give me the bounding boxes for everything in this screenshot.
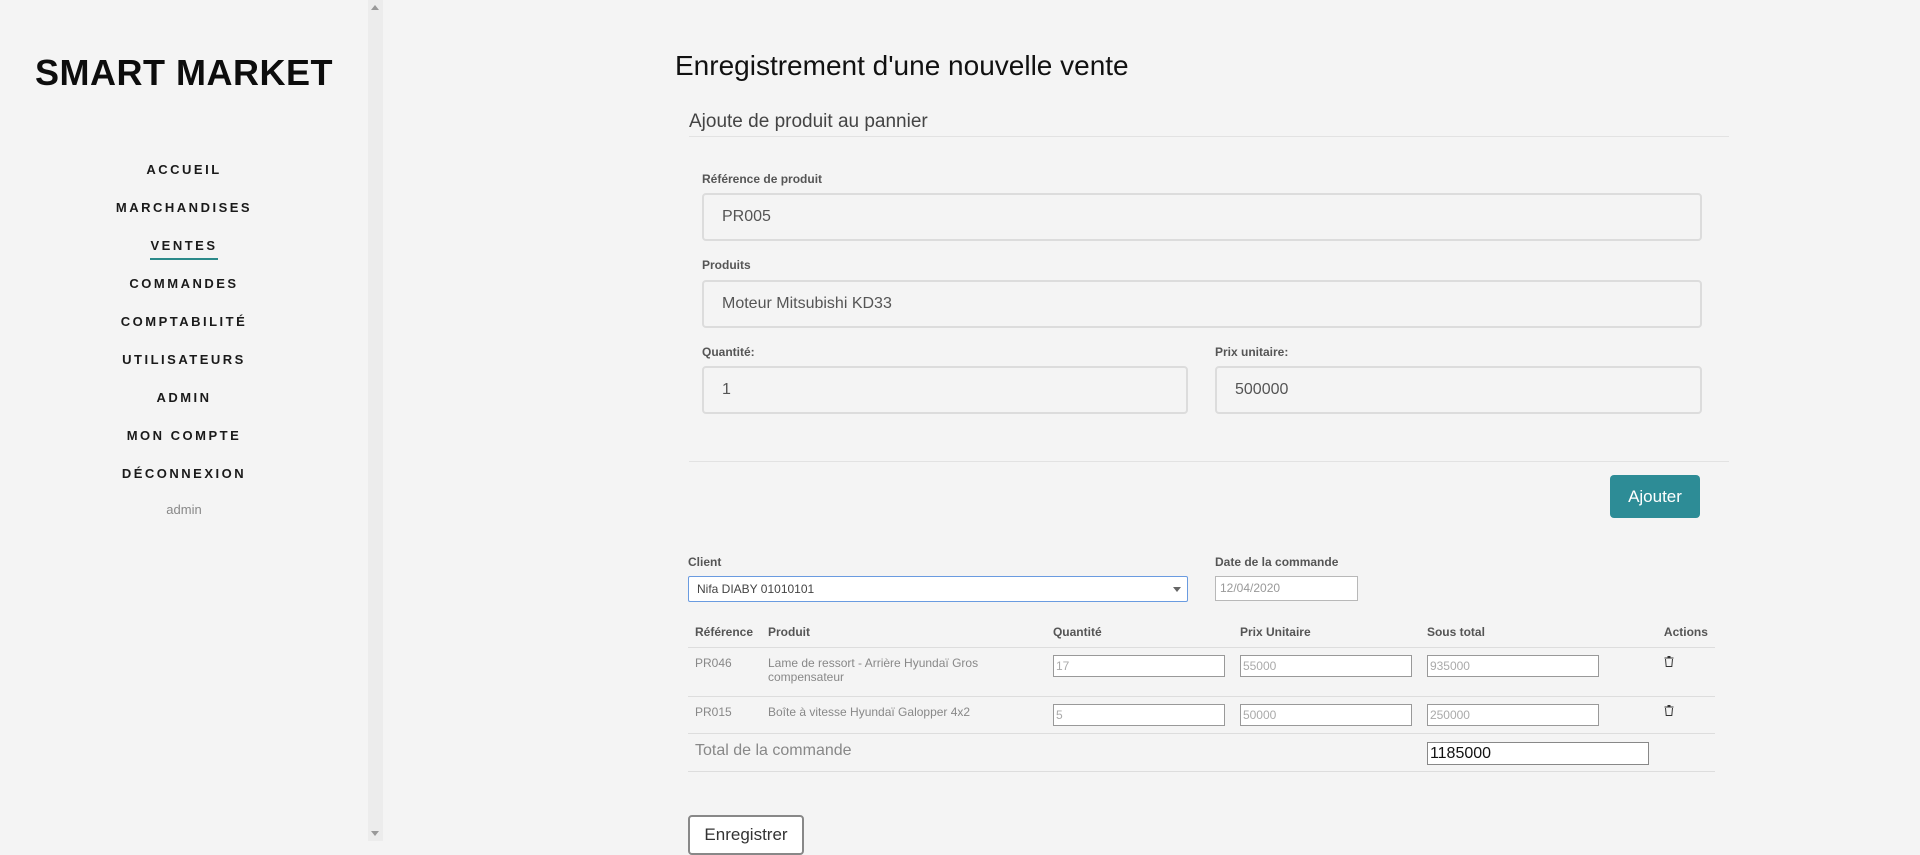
nav-item-label: VENTES: [150, 236, 218, 260]
column-header: Référence: [688, 617, 761, 648]
total-row: Total de la commande 1185000: [688, 733, 1715, 772]
subtotal-input[interactable]: 250000: [1426, 703, 1599, 726]
total-input[interactable]: 1185000: [1426, 741, 1649, 765]
unit-price-label: Prix unitaire:: [1215, 345, 1289, 359]
column-header: Sous total: [1419, 617, 1657, 648]
table-row: PR015 Boîte à vitesse Hyundaï Galopper 4…: [688, 696, 1715, 734]
nav-item-utilisateurs[interactable]: UTILISATEURS: [0, 350, 368, 388]
quantity-label: Quantité:: [702, 345, 755, 359]
cell-product: Boîte à vitesse Hyundaï Galopper 4x2: [760, 696, 1046, 734]
product-field[interactable]: Moteur Mitsubishi KD33: [702, 280, 1702, 328]
reference-label: Référence de produit: [702, 172, 823, 186]
nav-item-label: ADMIN: [156, 390, 212, 405]
nav-item-mon-compte[interactable]: MON COMPTE: [0, 426, 368, 464]
nav-item-marchandises[interactable]: MARCHANDISES: [0, 198, 368, 236]
nav-item-admin[interactable]: ADMIN: [0, 388, 368, 426]
product-label: Produits: [702, 258, 751, 272]
client-select-value: Nifa DIABY 01010101: [697, 582, 815, 596]
divider: [689, 461, 1729, 462]
table-row: PR046 Lame de ressort - Arrière Hyundaï …: [688, 647, 1715, 697]
divider: [689, 136, 1729, 137]
nav-item-accueil[interactable]: ACCUEIL: [0, 160, 368, 198]
nav-item-label: MON COMPTE: [126, 428, 242, 443]
trash-icon[interactable]: [1664, 655, 1674, 667]
cell-reference: PR015: [688, 696, 761, 734]
nav-item-label: ACCUEIL: [146, 162, 222, 177]
nav-item-label: COMMANDES: [129, 276, 239, 291]
sidebar: SMART MARKET ACCUEIL MARCHANDISES VENTES…: [0, 0, 368, 841]
section-title: Ajoute de produit au pannier: [689, 111, 928, 132]
nav-item-deconnexion[interactable]: DÉCONNEXION: [0, 464, 368, 502]
nav-item-label: UTILISATEURS: [122, 352, 246, 367]
unit-price-field[interactable]: 500000: [1215, 366, 1702, 414]
column-header: Actions: [1656, 617, 1715, 648]
quantity-input[interactable]: 5: [1052, 703, 1225, 726]
nav-item-label: COMPTABILITÉ: [120, 314, 248, 329]
quantity-field[interactable]: 1: [702, 366, 1188, 414]
date-label: Date de la commande: [1215, 555, 1339, 569]
sidebar-scrollbar[interactable]: [368, 0, 383, 841]
client-select[interactable]: Nifa DIABY 01010101: [688, 576, 1188, 602]
page-title: Enregistrement d'une nouvelle vente: [675, 50, 1129, 81]
subtotal-input[interactable]: 935000: [1426, 654, 1599, 677]
main-nav: ACCUEIL MARCHANDISES VENTES COMMANDES CO…: [0, 160, 368, 517]
nav-item-label: MARCHANDISES: [115, 200, 253, 215]
brand-logo: SMART MARKET: [35, 52, 333, 93]
scroll-up-icon[interactable]: [371, 5, 379, 10]
nav-item-commandes[interactable]: COMMANDES: [0, 274, 368, 312]
cell-reference: PR046: [688, 647, 761, 697]
nav-item-ventes[interactable]: VENTES: [0, 236, 368, 274]
trash-icon[interactable]: [1664, 704, 1674, 716]
unit-price-input[interactable]: 55000: [1239, 654, 1412, 677]
quantity-input[interactable]: 17: [1052, 654, 1225, 677]
total-label: Total de la commande: [688, 733, 1420, 772]
chevron-down-icon: [1173, 587, 1181, 592]
column-header: Quantité: [1045, 617, 1233, 648]
client-label: Client: [688, 555, 722, 569]
current-user: admin: [166, 502, 202, 517]
nav-item-label: DÉCONNEXION: [121, 466, 247, 481]
add-button[interactable]: Ajouter: [1610, 475, 1700, 518]
table-header-row: Référence Produit Quantité Prix Unitaire…: [688, 617, 1715, 648]
scroll-down-icon[interactable]: [371, 831, 379, 836]
reference-field[interactable]: PR005: [702, 193, 1702, 241]
date-field[interactable]: 12/04/2020: [1215, 576, 1358, 601]
column-header: Prix Unitaire: [1232, 617, 1420, 648]
cell-product: Lame de ressort - Arrière Hyundaï Gros c…: [760, 647, 1046, 697]
column-header: Produit: [760, 617, 1046, 648]
cart-table: Référence Produit Quantité Prix Unitaire…: [688, 617, 1715, 772]
save-button[interactable]: Enregistrer: [688, 815, 804, 855]
unit-price-input[interactable]: 50000: [1239, 703, 1412, 726]
nav-item-comptabilite[interactable]: COMPTABILITÉ: [0, 312, 368, 350]
